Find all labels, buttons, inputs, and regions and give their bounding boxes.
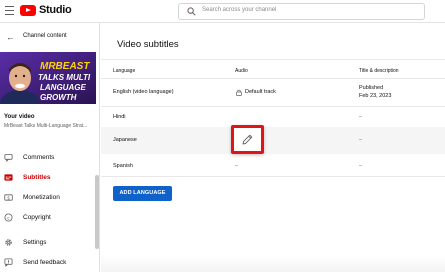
table-row-hindi[interactable]: Hindi – bbox=[101, 107, 445, 127]
back-label: Channel content bbox=[23, 33, 67, 39]
divider bbox=[101, 59, 445, 60]
sidebar-item-label: Send feedback bbox=[23, 259, 67, 266]
main-content: Video subtitles Language Audio Title & d… bbox=[101, 23, 445, 272]
copyright-icon: c bbox=[4, 213, 13, 222]
thumbnail-text-3: LANGUAGE bbox=[40, 83, 86, 92]
pencil-icon bbox=[242, 134, 253, 145]
row-audio: – bbox=[235, 163, 239, 169]
row-title-desc-status: Published bbox=[359, 85, 384, 91]
table-row-spanish[interactable]: Spanish – – bbox=[101, 154, 445, 176]
studio-brand[interactable]: Studio bbox=[39, 4, 72, 16]
lock-icon bbox=[236, 89, 242, 96]
sidebar-item-label: Settings bbox=[23, 239, 47, 246]
video-thumbnail[interactable]: MRBEAST TALKS MULTI LANGUAGE GROWTH bbox=[0, 52, 96, 104]
subtitles-icon bbox=[4, 174, 13, 181]
column-header-language: Language bbox=[113, 68, 136, 74]
row-title-desc: – bbox=[359, 163, 363, 169]
thumbnail-text-4: GROWTH bbox=[40, 93, 77, 102]
hamburger-menu-icon[interactable] bbox=[5, 6, 14, 15]
search-placeholder: Search across your channel bbox=[202, 7, 277, 13]
comment-icon bbox=[4, 153, 13, 162]
row-language: English (video language) bbox=[113, 89, 174, 95]
sidebar: ← Channel content MRBEAST TALKS MULTI LA… bbox=[0, 23, 100, 272]
search-icon bbox=[187, 7, 196, 16]
row-language: Spanish bbox=[113, 163, 133, 169]
your-video-label: Your video bbox=[4, 114, 35, 120]
add-language-button[interactable]: ADD LANGUAGE bbox=[113, 186, 172, 201]
row-language: Hindi bbox=[113, 114, 126, 120]
youtube-logo-icon[interactable] bbox=[20, 5, 36, 16]
row-title-desc: – bbox=[359, 114, 363, 120]
thumbnail-art: MRBEAST TALKS MULTI LANGUAGE GROWTH bbox=[0, 52, 96, 104]
gear-icon bbox=[5, 239, 12, 246]
sidebar-item-label: Copyright bbox=[23, 214, 51, 221]
table-row-english[interactable]: English (video language) Default track P… bbox=[101, 79, 445, 106]
sidebar-item-label: Comments bbox=[23, 154, 55, 161]
row-audio: Default track bbox=[245, 89, 276, 95]
bottom-edge bbox=[101, 255, 445, 272]
sidebar-item-send-feedback[interactable]: Send feedback bbox=[0, 254, 96, 272]
thumbnail-text-1: MRBEAST bbox=[40, 61, 90, 72]
edit-audio-button[interactable] bbox=[231, 125, 264, 154]
column-header-title-description: Title & description bbox=[359, 68, 399, 74]
sidebar-item-settings[interactable]: Settings bbox=[0, 234, 96, 252]
sidebar-item-monetization[interactable]: $ Monetization bbox=[0, 189, 96, 207]
sidebar-item-label: Subtitles bbox=[23, 174, 51, 181]
row-language: Japanese bbox=[113, 137, 137, 143]
row-title-desc: – bbox=[359, 137, 363, 143]
back-to-channel-content[interactable]: ← Channel content bbox=[0, 32, 100, 44]
sidebar-item-comments[interactable]: Comments bbox=[0, 149, 96, 167]
back-arrow-icon: ← bbox=[6, 32, 15, 42]
page-title: Video subtitles bbox=[117, 39, 179, 50]
thumbnail-text-2: TALKS MULTI bbox=[38, 73, 91, 82]
search-input[interactable]: Search across your channel bbox=[178, 3, 425, 20]
sidebar-item-copyright[interactable]: c Copyright bbox=[0, 209, 96, 227]
feedback-icon bbox=[4, 258, 13, 267]
svg-text:$: $ bbox=[7, 195, 10, 201]
dollar-icon: $ bbox=[4, 194, 13, 201]
row-title-desc-date: Feb 23, 2023 bbox=[359, 93, 392, 99]
table-row-japanese[interactable]: Japanese – bbox=[101, 127, 445, 154]
video-title: MrBeast Talks Multi-Language Strat... bbox=[4, 123, 88, 129]
top-bar: Studio Search across your channel bbox=[0, 0, 445, 23]
divider bbox=[101, 176, 445, 177]
sidebar-item-label: Monetization bbox=[23, 194, 60, 201]
column-header-audio: Audio bbox=[235, 68, 248, 74]
sidebar-item-subtitles[interactable]: Subtitles bbox=[0, 169, 96, 187]
